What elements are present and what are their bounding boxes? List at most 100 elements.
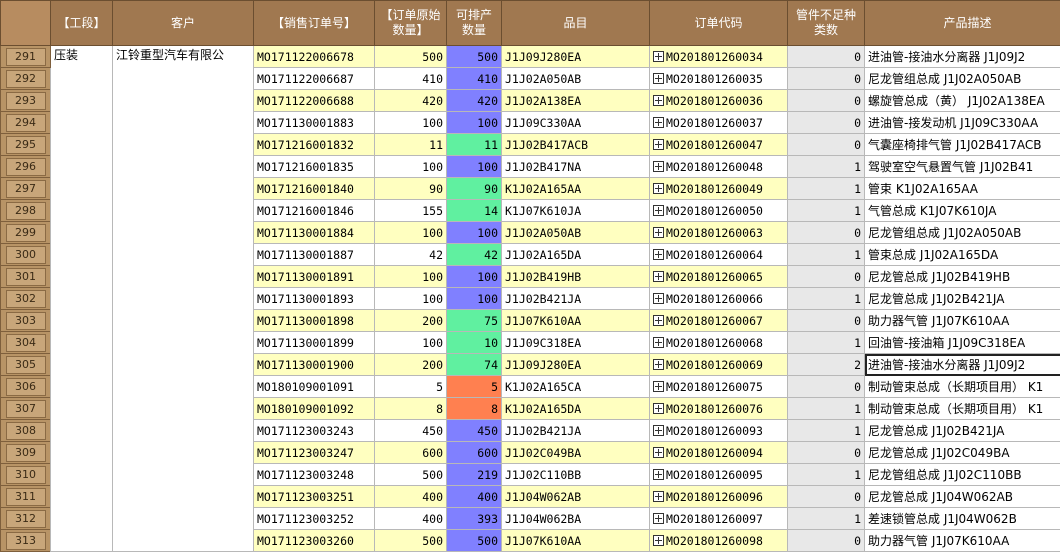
sales-order-cell[interactable]: MO171130001883 bbox=[253, 111, 375, 134]
row-number[interactable]: 291 bbox=[0, 45, 51, 68]
row-number[interactable]: 309 bbox=[0, 441, 51, 464]
orig-qty-cell[interactable]: 5 bbox=[374, 375, 447, 398]
row-number[interactable]: 304 bbox=[0, 331, 51, 354]
description-cell[interactable]: 螺旋管总成（黄） J1J02A138EA bbox=[864, 89, 1060, 112]
sales-order-cell[interactable]: MO171123003248 bbox=[253, 463, 375, 486]
description-cell[interactable]: 进油管-接油水分离器 J1J09J2 bbox=[864, 45, 1060, 68]
description-cell[interactable]: 气囊座椅排气管 J1J02B417ACB bbox=[864, 133, 1060, 156]
order-code-cell[interactable]: MO201801260037 bbox=[649, 111, 788, 134]
item-cell[interactable]: J1J02A138EA bbox=[501, 89, 650, 112]
shortage-count-cell[interactable]: 1 bbox=[787, 419, 865, 442]
sales-order-cell[interactable]: MO171123003251 bbox=[253, 485, 375, 508]
item-cell[interactable]: J1J02B421JA bbox=[501, 419, 650, 442]
expand-plus-icon[interactable] bbox=[653, 226, 664, 238]
corner-cell[interactable] bbox=[0, 0, 51, 46]
col-header-order-code[interactable]: 订单代码 bbox=[649, 0, 788, 46]
sales-order-cell[interactable]: MO171130001893 bbox=[253, 287, 375, 310]
description-cell[interactable]: 制动管束总成（长期项目用） K1 bbox=[864, 375, 1060, 398]
row-number[interactable]: 296 bbox=[0, 155, 51, 178]
schedulable-qty-cell[interactable]: 74 bbox=[446, 353, 502, 376]
row-number[interactable]: 299 bbox=[0, 221, 51, 244]
description-cell[interactable]: 管束 K1J02A165AA bbox=[864, 177, 1060, 200]
item-cell[interactable]: J1J02A050AB bbox=[501, 67, 650, 90]
schedulable-qty-cell[interactable]: 100 bbox=[446, 221, 502, 244]
description-cell[interactable]: 尼龙管总成 J1J02C049BA bbox=[864, 441, 1060, 464]
sales-order-cell[interactable]: MO171130001900 bbox=[253, 353, 375, 376]
row-number[interactable]: 293 bbox=[0, 89, 51, 112]
schedulable-qty-cell[interactable]: 75 bbox=[446, 309, 502, 332]
sales-order-cell[interactable]: MO171130001891 bbox=[253, 265, 375, 288]
order-code-cell[interactable]: MO201801260034 bbox=[649, 45, 788, 68]
orig-qty-cell[interactable]: 410 bbox=[374, 67, 447, 90]
expand-plus-icon[interactable] bbox=[653, 358, 664, 370]
orig-qty-cell[interactable]: 155 bbox=[374, 199, 447, 222]
item-cell[interactable]: J1J02B419HB bbox=[501, 265, 650, 288]
sales-order-cell[interactable]: MO171216001846 bbox=[253, 199, 375, 222]
row-number[interactable]: 298 bbox=[0, 199, 51, 222]
order-code-cell[interactable]: MO201801260096 bbox=[649, 485, 788, 508]
description-cell[interactable]: 尼龙管总成 J1J02B419HB bbox=[864, 265, 1060, 288]
orig-qty-cell[interactable]: 420 bbox=[374, 89, 447, 112]
description-cell[interactable]: 回油管-接油箱 J1J09C318EA bbox=[864, 331, 1060, 354]
order-code-cell[interactable]: MO201801260093 bbox=[649, 419, 788, 442]
sales-order-cell[interactable]: MO171123003260 bbox=[253, 529, 375, 552]
shortage-count-cell[interactable]: 1 bbox=[787, 199, 865, 222]
description-cell[interactable]: 进油管-接发动机 J1J09C330AA bbox=[864, 111, 1060, 134]
order-code-cell[interactable]: MO201801260050 bbox=[649, 199, 788, 222]
col-header-item[interactable]: 品目 bbox=[501, 0, 650, 46]
description-cell[interactable]: 尼龙管总成 J1J02B421JA bbox=[864, 419, 1060, 442]
expand-plus-icon[interactable] bbox=[653, 402, 664, 414]
orig-qty-cell[interactable]: 450 bbox=[374, 419, 447, 442]
row-number[interactable]: 306 bbox=[0, 375, 51, 398]
shortage-count-cell[interactable]: 1 bbox=[787, 155, 865, 178]
description-cell[interactable]: 驾驶室空气悬置气管 J1J02B41 bbox=[864, 155, 1060, 178]
orig-qty-cell[interactable]: 90 bbox=[374, 177, 447, 200]
sales-order-cell[interactable]: MO171216001840 bbox=[253, 177, 375, 200]
shortage-count-cell[interactable]: 2 bbox=[787, 353, 865, 376]
order-code-cell[interactable]: MO201801260075 bbox=[649, 375, 788, 398]
schedulable-qty-cell[interactable]: 500 bbox=[446, 45, 502, 68]
schedulable-qty-cell[interactable]: 5 bbox=[446, 375, 502, 398]
schedulable-qty-cell[interactable]: 14 bbox=[446, 199, 502, 222]
expand-plus-icon[interactable] bbox=[653, 116, 664, 128]
orig-qty-cell[interactable]: 400 bbox=[374, 485, 447, 508]
order-code-cell[interactable]: MO201801260098 bbox=[649, 529, 788, 552]
orig-qty-cell[interactable]: 500 bbox=[374, 45, 447, 68]
expand-plus-icon[interactable] bbox=[653, 424, 664, 436]
row-number[interactable]: 312 bbox=[0, 507, 51, 530]
schedulable-qty-cell[interactable]: 100 bbox=[446, 265, 502, 288]
sales-order-cell[interactable]: MO171130001899 bbox=[253, 331, 375, 354]
shortage-count-cell[interactable]: 0 bbox=[787, 309, 865, 332]
row-number[interactable]: 311 bbox=[0, 485, 51, 508]
row-number[interactable]: 300 bbox=[0, 243, 51, 266]
order-code-cell[interactable]: MO201801260095 bbox=[649, 463, 788, 486]
order-code-cell[interactable]: MO201801260068 bbox=[649, 331, 788, 354]
schedulable-qty-cell[interactable]: 410 bbox=[446, 67, 502, 90]
expand-plus-icon[interactable] bbox=[653, 468, 664, 480]
row-number[interactable]: 310 bbox=[0, 463, 51, 486]
shortage-count-cell[interactable]: 0 bbox=[787, 529, 865, 552]
expand-plus-icon[interactable] bbox=[653, 204, 664, 216]
item-cell[interactable]: J1J02A165DA bbox=[501, 243, 650, 266]
description-cell[interactable]: 进油管-接油水分离器 J1J09J2 bbox=[864, 353, 1060, 376]
description-cell[interactable]: 尼龙管组总成 J1J02A050AB bbox=[864, 67, 1060, 90]
section-cell[interactable]: 压装 bbox=[50, 45, 113, 552]
schedulable-qty-cell[interactable]: 100 bbox=[446, 155, 502, 178]
item-cell[interactable]: J1J07K610AA bbox=[501, 309, 650, 332]
row-number[interactable]: 294 bbox=[0, 111, 51, 134]
expand-plus-icon[interactable] bbox=[653, 446, 664, 458]
description-cell[interactable]: 助力器气管 J1J07K610AA bbox=[864, 309, 1060, 332]
item-cell[interactable]: J1J02B417NA bbox=[501, 155, 650, 178]
orig-qty-cell[interactable]: 100 bbox=[374, 155, 447, 178]
order-code-cell[interactable]: MO201801260049 bbox=[649, 177, 788, 200]
expand-plus-icon[interactable] bbox=[653, 512, 664, 524]
orig-qty-cell[interactable]: 100 bbox=[374, 265, 447, 288]
order-code-cell[interactable]: MO201801260065 bbox=[649, 265, 788, 288]
shortage-count-cell[interactable]: 0 bbox=[787, 221, 865, 244]
description-cell[interactable]: 差速锁管总成 J1J04W062B bbox=[864, 507, 1060, 530]
shortage-count-cell[interactable]: 1 bbox=[787, 397, 865, 420]
row-number[interactable]: 297 bbox=[0, 177, 51, 200]
orig-qty-cell[interactable]: 600 bbox=[374, 441, 447, 464]
order-code-cell[interactable]: MO201801260076 bbox=[649, 397, 788, 420]
shortage-count-cell[interactable]: 1 bbox=[787, 507, 865, 530]
